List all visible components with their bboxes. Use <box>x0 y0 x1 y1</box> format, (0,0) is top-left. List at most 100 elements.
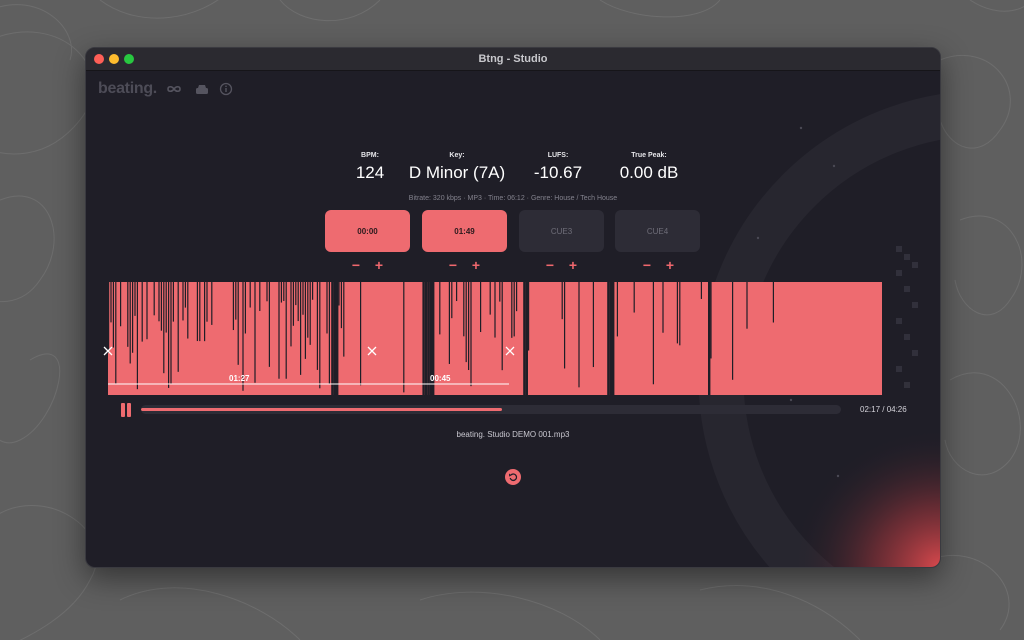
waveform-notch <box>456 282 458 302</box>
waveform-gap <box>525 282 528 395</box>
waveform-notch <box>309 282 311 345</box>
pause-icon <box>127 403 131 417</box>
waveform-notch <box>112 282 114 348</box>
waveform-notch <box>177 282 179 372</box>
waveform-notch <box>516 282 518 312</box>
waveform-notch <box>206 282 208 322</box>
waveform-notch <box>280 282 282 303</box>
waveform-notch <box>561 282 563 320</box>
waveform-notch <box>578 282 580 388</box>
remove-marker-icon[interactable] <box>102 345 114 357</box>
progress-fill <box>141 408 502 411</box>
waveform-notch <box>165 282 167 333</box>
waveform-gap <box>708 282 711 395</box>
waveform-notch <box>312 282 314 300</box>
waveform-notch <box>328 282 330 384</box>
waveform-gap <box>331 282 334 395</box>
waveform-notch <box>235 282 237 320</box>
waveform-notch <box>187 282 189 339</box>
waveform-notch <box>652 282 654 385</box>
waveform-notch <box>146 282 148 340</box>
waveform-notch <box>338 282 340 306</box>
waveform-notch <box>168 282 170 388</box>
waveform-notch <box>616 282 618 337</box>
waveform-notch <box>249 282 251 308</box>
waveform-notch <box>700 282 702 299</box>
waveform-gap <box>333 282 336 395</box>
waveform-notch <box>468 282 470 371</box>
waveform-notch <box>465 282 467 363</box>
waveform-notch <box>132 282 134 353</box>
waveform-notch <box>307 282 309 338</box>
waveform-notch <box>297 282 299 322</box>
waveform-notch <box>141 282 143 342</box>
waveform-notch <box>136 282 138 390</box>
waveform-notch <box>115 282 117 384</box>
waveform-notch <box>204 282 206 342</box>
app-window: Btng - Studio beating. BPM: 124 Key: D M… <box>85 47 941 568</box>
waveform-notch <box>285 282 287 379</box>
waveform-notch <box>511 282 513 338</box>
waveform-notch <box>746 282 748 329</box>
pause-button[interactable] <box>121 403 133 417</box>
undo-icon <box>509 473 518 482</box>
waveform-notch <box>266 282 268 302</box>
waveform-notch <box>182 282 184 321</box>
waveform-notch <box>732 282 734 380</box>
waveform-notch <box>676 282 678 344</box>
waveform-notch <box>360 282 362 386</box>
waveform-notch <box>120 282 122 327</box>
waveform-notch <box>110 282 112 323</box>
waveform-notch <box>254 282 256 383</box>
waveform-notch <box>196 282 198 342</box>
waveform-gap <box>607 282 610 395</box>
waveform-notch <box>172 282 174 322</box>
time-readout: 02:17 / 04:26 <box>860 405 907 414</box>
remove-marker-icon[interactable] <box>504 345 516 357</box>
waveform-notch <box>163 282 165 374</box>
waveform-notch <box>662 282 664 333</box>
waveform-notch <box>439 282 441 335</box>
waveform-notch <box>448 282 450 364</box>
waveform-notch <box>633 282 635 313</box>
waveform-gap <box>523 282 526 395</box>
waveform-notch <box>283 282 285 301</box>
waveform-gap <box>422 282 425 395</box>
waveform[interactable] <box>86 48 940 567</box>
undo-button[interactable] <box>505 469 521 485</box>
waveform-notch <box>244 282 246 334</box>
waveform-notch <box>463 282 465 337</box>
waveform-notch <box>340 282 342 329</box>
remove-marker-icon[interactable] <box>366 345 378 357</box>
waveform-notch <box>470 282 472 387</box>
waveform-notch <box>564 282 566 369</box>
waveform-notch <box>278 282 280 379</box>
waveform-notch <box>292 282 294 326</box>
track-filename: beating. Studio DEMO 001.mp3 <box>456 430 570 439</box>
waveform-marker-time: 00:45 <box>430 374 451 383</box>
waveform-notch <box>184 282 186 308</box>
waveform-notch <box>160 282 162 331</box>
waveform-notch <box>679 282 681 346</box>
waveform-notch <box>451 282 453 319</box>
waveform-notch <box>127 282 129 347</box>
waveform-notch <box>170 282 172 384</box>
waveform-notch <box>211 282 213 325</box>
waveform-notch <box>319 282 321 389</box>
waveform-notch <box>316 282 318 370</box>
waveform-notch <box>232 282 234 331</box>
waveform-notch <box>592 282 594 368</box>
waveform-notch <box>343 282 345 357</box>
waveform-notch <box>302 282 304 315</box>
waveform-notch <box>300 282 302 375</box>
waveform-notch <box>290 282 292 347</box>
progress-bar[interactable] <box>141 405 841 414</box>
waveform-notch <box>295 282 297 306</box>
waveform-notch <box>129 282 131 364</box>
waveform-notch <box>480 282 482 333</box>
waveform-marker-time: 01:27 <box>229 374 250 383</box>
pause-icon <box>121 403 125 417</box>
waveform-notch <box>528 282 530 351</box>
waveform-notch <box>494 282 496 338</box>
waveform-notch <box>489 282 491 315</box>
